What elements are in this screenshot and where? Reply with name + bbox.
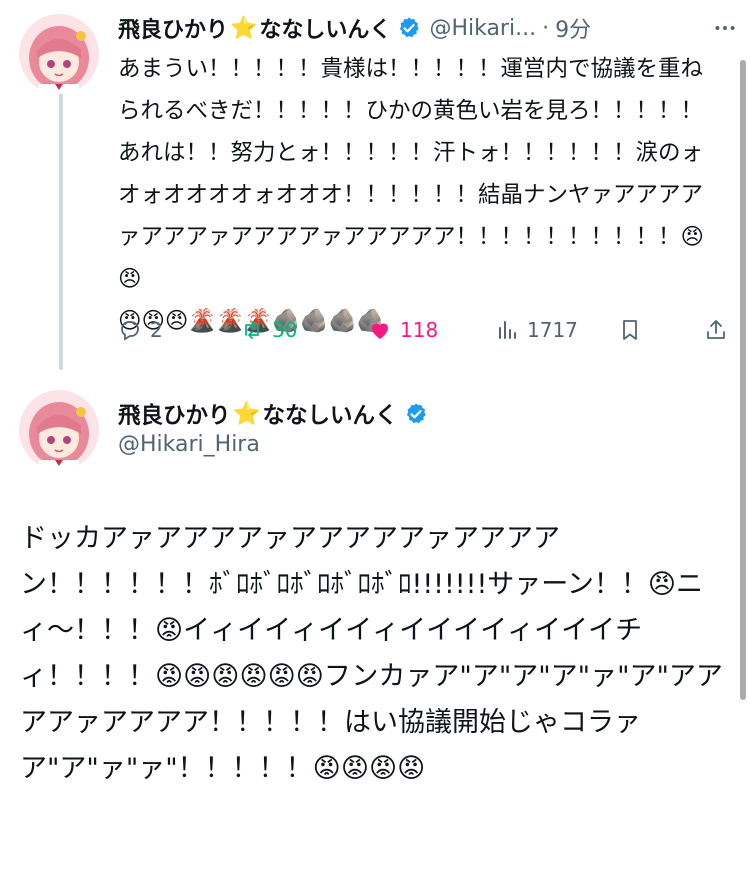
display-name-suffix[interactable]: ななしいんく xyxy=(263,398,398,430)
bookmark-button[interactable] xyxy=(618,306,650,354)
reply-tweet-text: あまうい！！！！！貴様は！！！！！運営内で協議を重ねられるべきだ！！！！！ひかの… xyxy=(118,56,704,334)
avatar-image xyxy=(19,390,99,470)
display-name[interactable]: 飛良ひかり xyxy=(118,12,228,44)
handle[interactable]: @Hikari_Hira xyxy=(118,432,260,457)
separator-dot: · xyxy=(542,15,550,41)
views-icon xyxy=(499,321,516,339)
display-name-suffix[interactable]: ななしいんく xyxy=(259,12,391,44)
scrollbar[interactable] xyxy=(740,60,746,700)
tweet-action-bar: 2 30 118 1717 xyxy=(118,306,738,354)
share-button[interactable] xyxy=(704,306,736,354)
view-count: 1717 xyxy=(527,318,578,342)
avatar-image xyxy=(19,14,99,94)
share-icon xyxy=(707,320,725,339)
like-button[interactable]: 118 xyxy=(368,306,438,354)
reply-count: 2 xyxy=(150,318,163,342)
avatar[interactable] xyxy=(19,390,99,470)
thread-connector-line xyxy=(59,85,63,370)
avatar[interactable] xyxy=(19,14,99,94)
verified-badge-icon xyxy=(404,402,428,426)
star-emoji: ⭐ xyxy=(230,15,258,41)
bookmark-icon xyxy=(623,320,637,340)
main-tweet-header: 飛良ひかり ⭐ ななしいんく xyxy=(118,396,436,432)
handle[interactable]: @Hikari... xyxy=(429,16,536,41)
reply-tweet-header: 飛良ひかり ⭐ ななしいんく @Hikari... · 9分 xyxy=(118,8,738,48)
heart-icon xyxy=(372,323,388,339)
timestamp[interactable]: 9分 xyxy=(555,12,591,44)
reply-button[interactable]: 2 xyxy=(118,306,163,354)
reply-icon xyxy=(121,321,139,341)
star-emoji: ⭐ xyxy=(232,401,261,427)
more-icon[interactable] xyxy=(698,13,738,43)
main-tweet-text: ドッカアァアアアアァアアアアアァアアアアン！！！！！！ﾎﾞﾛﾎﾞﾛﾎﾞﾛﾎﾞﾛﾎ… xyxy=(20,523,723,784)
retweet-icon xyxy=(245,321,259,339)
verified-badge-icon xyxy=(397,16,421,40)
retweet-button[interactable]: 30 xyxy=(240,306,297,354)
like-count: 118 xyxy=(400,318,439,342)
retweet-count: 30 xyxy=(272,318,298,342)
views-button[interactable]: 1717 xyxy=(495,306,578,354)
display-name[interactable]: 飛良ひかり xyxy=(118,398,231,430)
